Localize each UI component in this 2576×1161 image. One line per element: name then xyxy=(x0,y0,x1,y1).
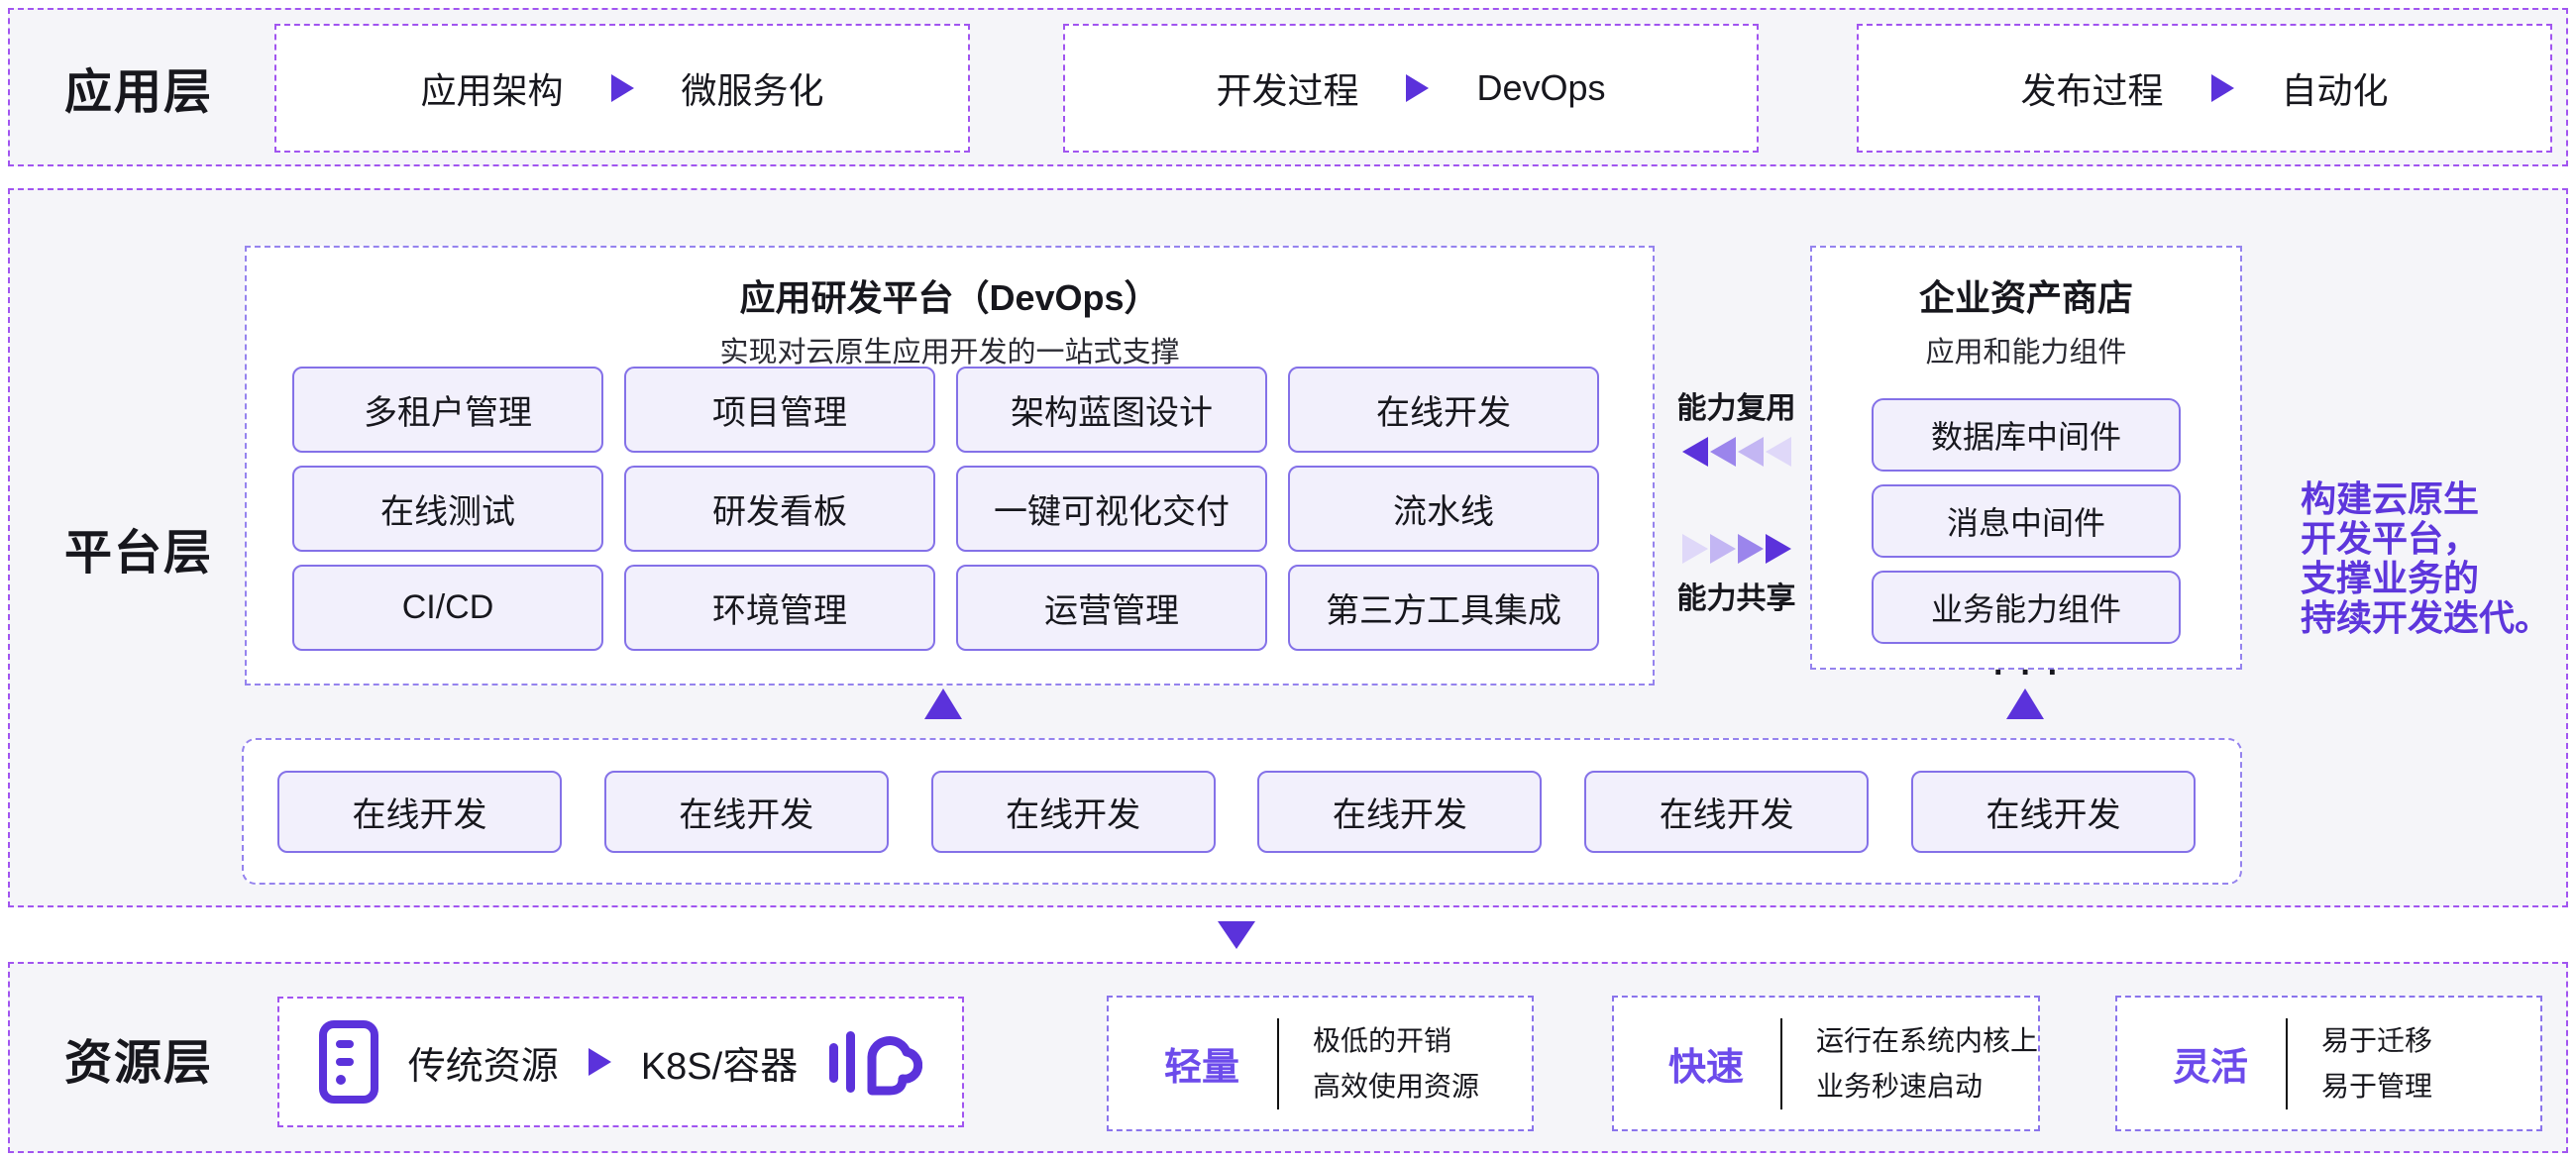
devops-module-grid: 多租户管理 项目管理 架构蓝图设计 在线开发 在线测试 研发看板 一键可视化交付… xyxy=(292,367,1599,651)
cloud-containers-icon xyxy=(827,1027,922,1097)
feature-divider xyxy=(1277,1018,1279,1109)
module-tile: 一键可视化交付 xyxy=(956,466,1267,552)
feature-description: 极低的开销 高效使用资源 xyxy=(1313,1018,1479,1109)
asset-item: 业务能力组件 xyxy=(1872,571,2181,644)
flow-from-label: 开发过程 xyxy=(1216,62,1358,114)
online-dev-box: 在线开发 xyxy=(1257,771,1542,853)
module-tile: 在线开发 xyxy=(1288,367,1599,453)
arrow-right-icon xyxy=(589,1048,611,1076)
online-dev-box: 在线开发 xyxy=(277,771,562,853)
online-dev-box: 在线开发 xyxy=(931,771,1216,853)
module-tile: 运营管理 xyxy=(956,565,1267,651)
feature-line: 易于管理 xyxy=(2321,1064,2432,1109)
server-icon xyxy=(319,1020,378,1104)
feature-line: 易于迁移 xyxy=(2321,1018,2432,1064)
online-dev-box: 在线开发 xyxy=(1584,771,1869,853)
flow-from-label: 发布过程 xyxy=(2020,62,2163,114)
platform-layer-band: 平台层 应用研发平台（DevOps） 实现对云原生应用开发的一站式支撑 多租户管… xyxy=(8,188,2568,907)
flow-to-label: 自动化 xyxy=(2282,62,2389,114)
module-tile: 流水线 xyxy=(1288,466,1599,552)
feature-card-flexible: 灵活 易于迁移 易于管理 xyxy=(2115,996,2542,1131)
module-tile: 架构蓝图设计 xyxy=(956,367,1267,453)
feature-card-fast: 快速 运行在系统内核上 业务秒速启动 xyxy=(1612,996,2040,1131)
arrows-right-icon xyxy=(1682,534,1791,564)
arrow-up-icon xyxy=(2006,688,2044,719)
capability-reuse-label: 能力复用 xyxy=(1677,383,1796,427)
asset-more-ellipsis: ··· xyxy=(1812,654,2240,692)
feature-title: 快速 xyxy=(1658,1036,1755,1091)
online-dev-box: 在线开发 xyxy=(604,771,889,853)
flow-to-label: DevOps xyxy=(1476,67,1605,109)
feature-line: 极低的开销 xyxy=(1313,1018,1479,1064)
capability-share-label: 能力共享 xyxy=(1677,574,1796,617)
arrow-right-icon xyxy=(1766,534,1791,564)
arrow-right-icon xyxy=(611,74,634,102)
arrow-up-icon xyxy=(924,688,962,719)
app-flow-architecture: 应用架构 微服务化 xyxy=(274,24,970,153)
feature-line: 高效使用资源 xyxy=(1313,1064,1479,1109)
arrow-right-icon xyxy=(1406,74,1429,102)
asset-store-panel: 企业资产商店 应用和能力组件 数据库中间件 消息中间件 业务能力组件 ··· xyxy=(1810,246,2242,670)
asset-item: 消息中间件 xyxy=(1872,484,2181,558)
asset-item: 数据库中间件 xyxy=(1872,398,2181,472)
module-tile: 环境管理 xyxy=(624,565,935,651)
capability-exchange: 能力复用 能力共享 xyxy=(1655,383,1818,617)
app-flow-release: 发布过程 自动化 xyxy=(1857,24,2552,153)
resource-transition-box: 传统资源 K8S/容器 xyxy=(277,997,964,1127)
tagline-line: 持续开发迭代。 xyxy=(2301,598,2568,638)
flow-to-label: 微服务化 xyxy=(682,62,824,114)
transition-from-label: 传统资源 xyxy=(408,1035,559,1090)
arrow-right-icon xyxy=(2211,74,2234,102)
arrow-left-icon xyxy=(1710,437,1736,467)
transition-to-label: K8S/容器 xyxy=(641,1035,798,1090)
online-dev-row: 在线开发 在线开发 在线开发 在线开发 在线开发 在线开发 xyxy=(242,738,2242,885)
feature-title: 轻量 xyxy=(1152,1036,1251,1091)
arrow-left-icon xyxy=(1766,437,1791,467)
feature-description: 易于迁移 易于管理 xyxy=(2321,1018,2432,1109)
arrow-left-icon xyxy=(1738,437,1764,467)
online-dev-box: 在线开发 xyxy=(1911,771,2196,853)
asset-store-title: 企业资产商店 xyxy=(1812,269,2240,321)
module-tile: 研发看板 xyxy=(624,466,935,552)
module-tile: 项目管理 xyxy=(624,367,935,453)
asset-store-list: 数据库中间件 消息中间件 业务能力组件 xyxy=(1812,398,2240,644)
tagline-line: 构建云原生 xyxy=(2301,479,2568,519)
devops-panel-subtitle: 实现对云原生应用开发的一站式支撑 xyxy=(247,329,1653,370)
arrow-right-icon xyxy=(1738,534,1764,564)
tagline-line: 支撑业务的 xyxy=(2301,559,2568,598)
flow-from-label: 应用架构 xyxy=(420,62,563,114)
feature-title: 灵活 xyxy=(2161,1036,2260,1091)
arrow-left-icon xyxy=(1682,437,1708,467)
devops-platform-panel: 应用研发平台（DevOps） 实现对云原生应用开发的一站式支撑 多租户管理 项目… xyxy=(245,246,1655,686)
tagline-line: 开发平台， xyxy=(2301,519,2568,559)
architecture-diagram: 应用层 应用架构 微服务化 开发过程 DevOps 发布过程 自动化 平台层 应… xyxy=(0,0,2576,1161)
feature-card-lightweight: 轻量 极低的开销 高效使用资源 xyxy=(1107,996,1534,1131)
module-tile: CI/CD xyxy=(292,565,603,651)
application-layer-label: 应用层 xyxy=(50,10,228,164)
application-layer-band: 应用层 应用架构 微服务化 开发过程 DevOps 发布过程 自动化 xyxy=(8,8,2568,166)
platform-layer-label: 平台层 xyxy=(50,190,228,905)
arrows-left-icon xyxy=(1682,437,1791,467)
devops-panel-title: 应用研发平台（DevOps） xyxy=(247,269,1653,321)
feature-line: 运行在系统内核上 xyxy=(1816,1018,2038,1064)
feature-divider xyxy=(1780,1018,1782,1109)
resource-layer-band: 资源层 传统资源 K8S/容器 轻量 极低的开销 高效使用资源 xyxy=(8,962,2568,1153)
arrow-right-icon xyxy=(1682,534,1708,564)
feature-divider xyxy=(2286,1018,2288,1109)
feature-line: 业务秒速启动 xyxy=(1816,1064,2038,1109)
platform-tagline: 构建云原生 开发平台， 支撑业务的 持续开发迭代。 xyxy=(2301,479,2568,638)
resource-layer-label: 资源层 xyxy=(50,964,228,1151)
module-tile: 第三方工具集成 xyxy=(1288,565,1599,651)
arrow-down-icon xyxy=(1218,921,1255,949)
asset-store-subtitle: 应用和能力组件 xyxy=(1812,329,2240,370)
feature-description: 运行在系统内核上 业务秒速启动 xyxy=(1816,1018,2038,1109)
module-tile: 在线测试 xyxy=(292,466,603,552)
module-tile: 多租户管理 xyxy=(292,367,603,453)
arrow-right-icon xyxy=(1710,534,1736,564)
app-flow-devprocess: 开发过程 DevOps xyxy=(1063,24,1759,153)
